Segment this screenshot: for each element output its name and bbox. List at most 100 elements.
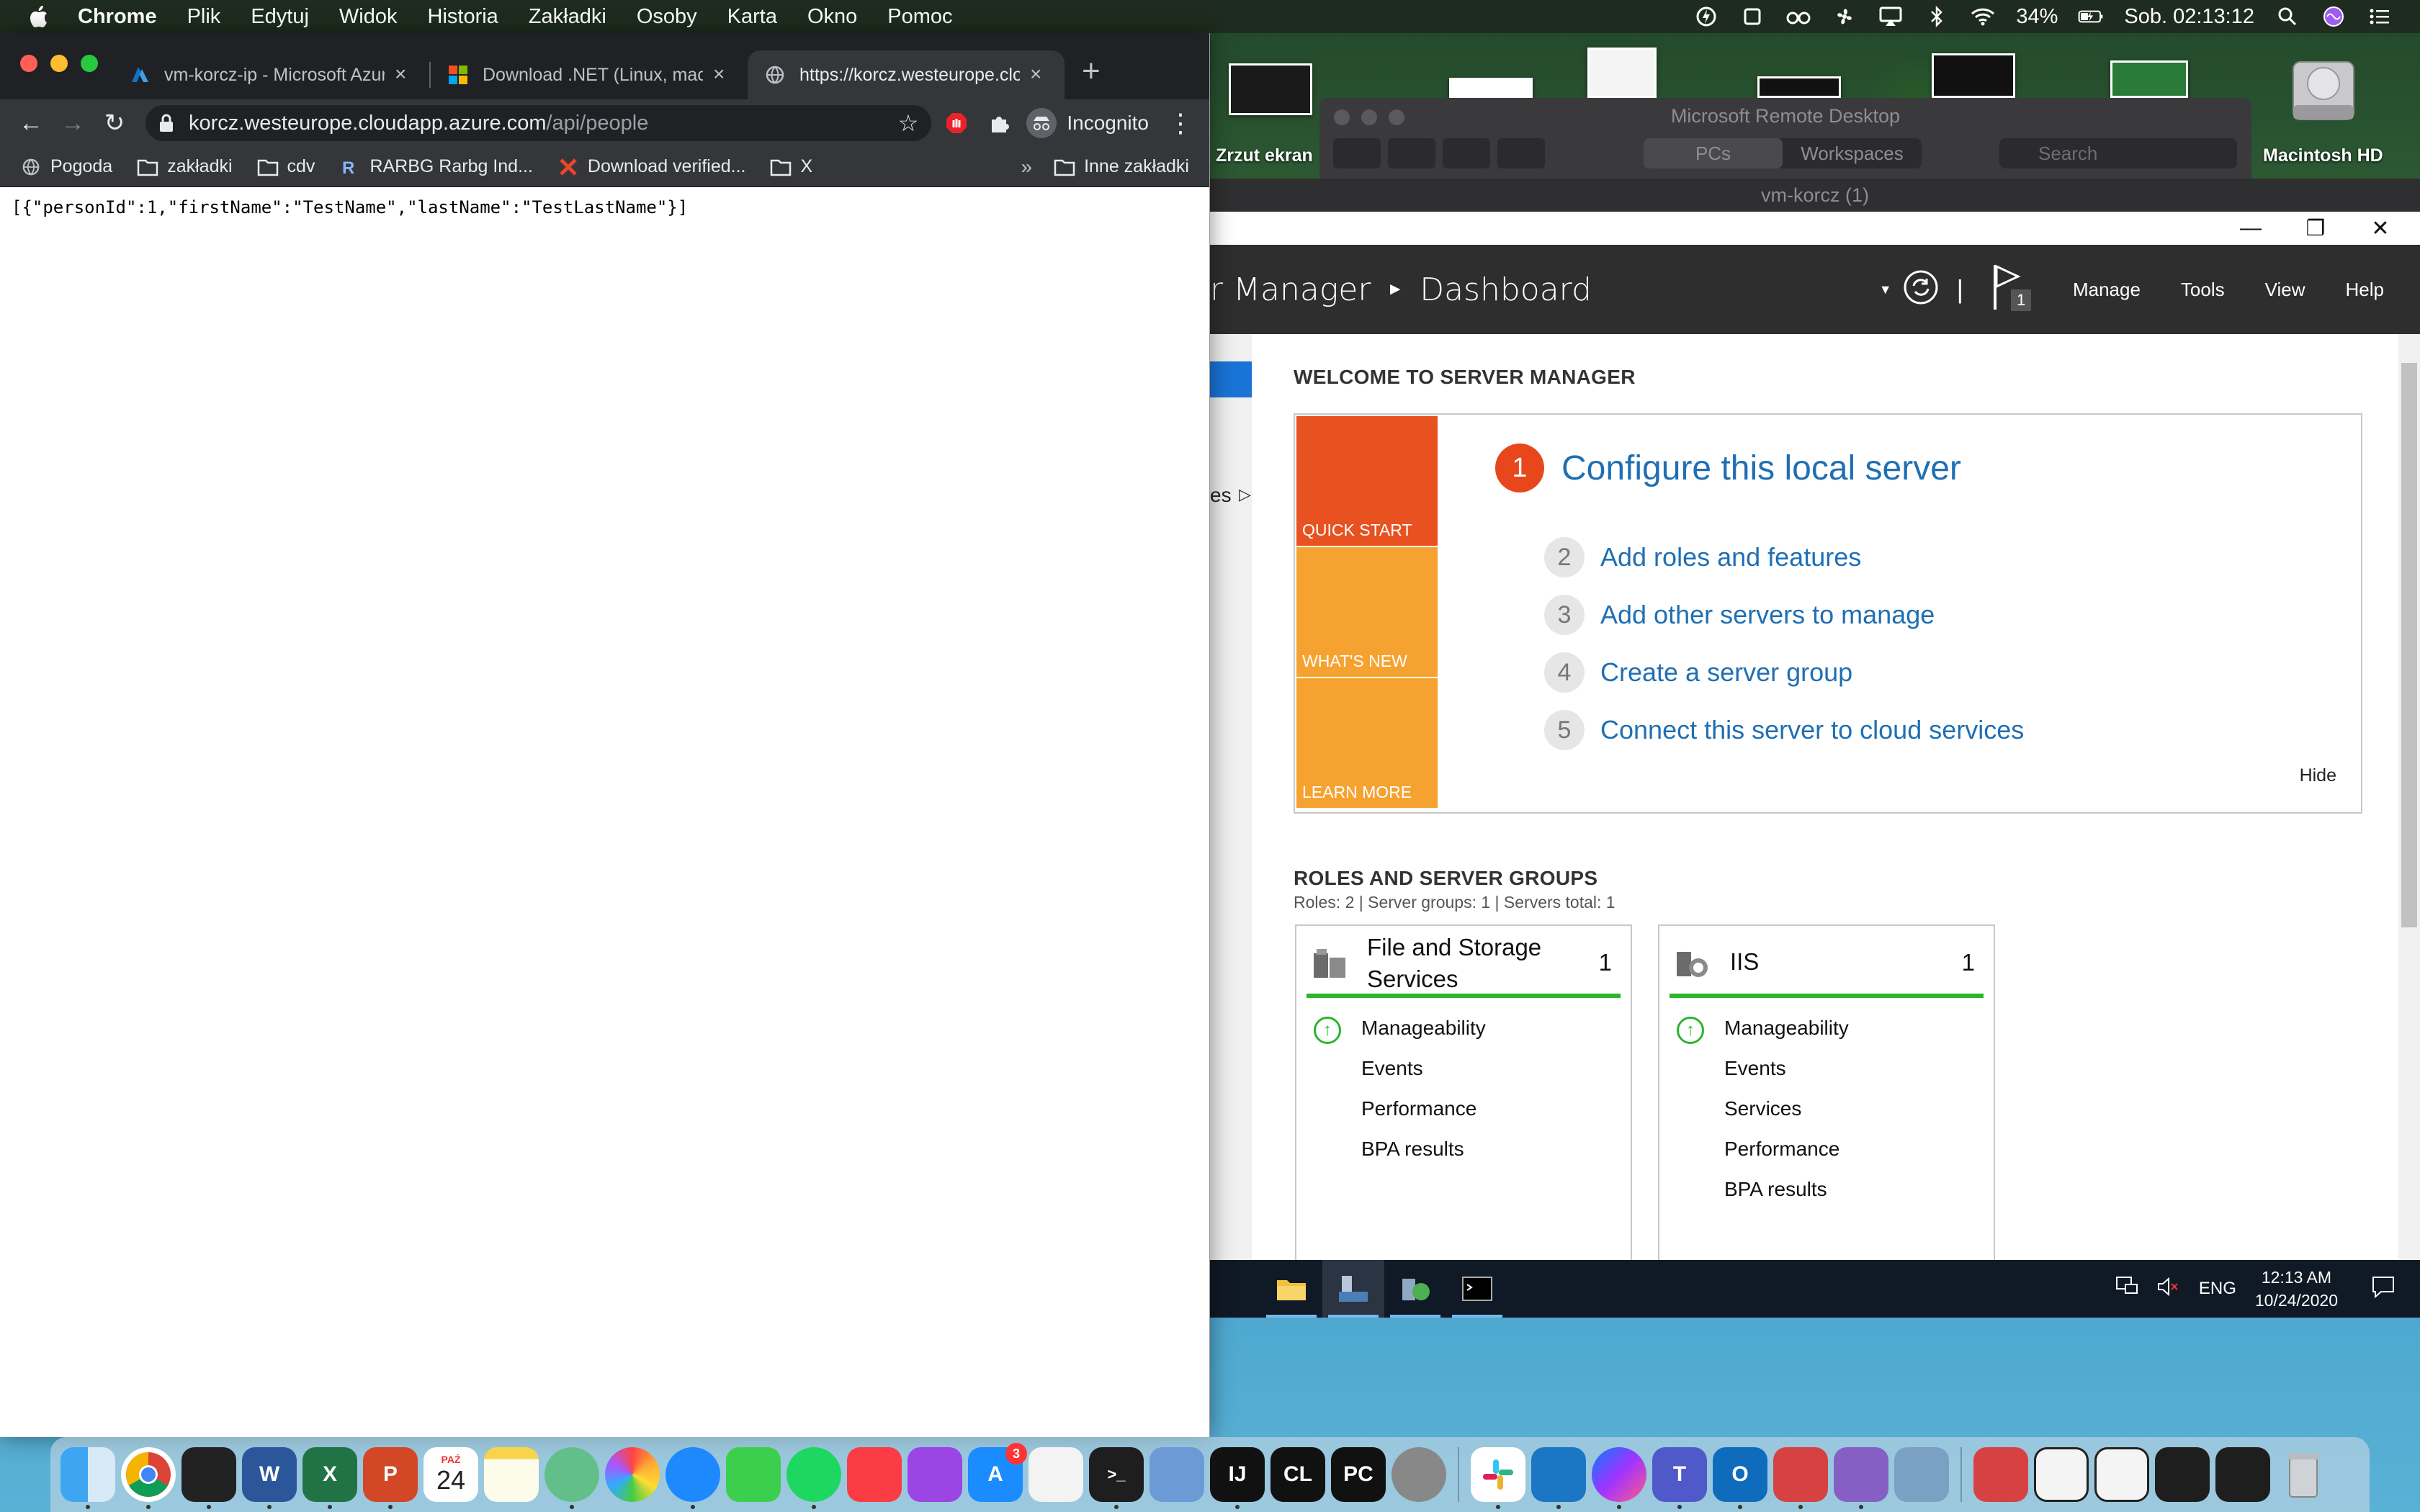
refresh-icon[interactable]: [1902, 269, 1940, 311]
desktop-thumbnail[interactable]: [1932, 53, 2015, 98]
excel-icon[interactable]: X: [302, 1447, 357, 1509]
teams-icon[interactable]: T: [1652, 1447, 1707, 1509]
row-bpa-results[interactable]: BPA results: [1724, 1169, 1994, 1210]
desktop-thumbnail[interactable]: [1449, 78, 1533, 98]
bookmark-pogoda[interactable]: Pogoda: [20, 156, 112, 177]
bookmark-other-folder[interactable]: Inne zakładki: [1054, 156, 1189, 177]
action-center-icon[interactable]: [2371, 1275, 2396, 1303]
command-prompt-taskbar-icon[interactable]: [1446, 1260, 1508, 1318]
finder-icon[interactable]: [60, 1447, 115, 1509]
tab-close-icon[interactable]: ×: [395, 64, 412, 84]
row-bpa-results[interactable]: BPA results: [1361, 1129, 1631, 1169]
macintosh-hd-label[interactable]: Macintosh HD: [2263, 145, 2383, 166]
tab-pcs[interactable]: PCs: [1644, 138, 1783, 168]
grid-view-button[interactable]: [1333, 138, 1381, 168]
powerpoint-icon[interactable]: P: [363, 1447, 418, 1509]
row-services[interactable]: Services: [1724, 1089, 1994, 1129]
terminal-icon[interactable]: >_: [1089, 1447, 1144, 1509]
vscode-icon[interactable]: [1531, 1447, 1586, 1509]
outlook-icon[interactable]: O: [1713, 1447, 1767, 1509]
expand-arrow-icon[interactable]: ▷: [1239, 485, 1251, 504]
step-create-group[interactable]: 4 Create a server group: [1544, 652, 1852, 693]
desktop-screenshot-thumbnail[interactable]: [1229, 63, 1312, 115]
minimize-button[interactable]: —: [2218, 212, 2283, 245]
more-bookmarks-chevron-icon[interactable]: »: [1021, 156, 1032, 179]
extensions-puzzle-icon[interactable]: [982, 105, 1018, 141]
sidebar-item-file-services[interactable]: es: [1210, 484, 1232, 507]
menu-manage[interactable]: Manage: [2073, 279, 2141, 301]
menu-help[interactable]: Help: [2346, 279, 2384, 301]
minimize-button[interactable]: [50, 55, 68, 72]
new-tab-button[interactable]: +: [1082, 53, 1101, 89]
dropdown-arrow-icon[interactable]: ▼: [1879, 282, 1892, 297]
network-icon[interactable]: [2115, 1276, 2138, 1302]
word-icon[interactable]: W: [242, 1447, 297, 1509]
minimized-window-thumbnail[interactable]: [2215, 1447, 2270, 1502]
restore-button[interactable]: ❐: [2283, 212, 2348, 245]
role-card-iis[interactable]: IIS 1 ↑ Manageability Events Services Per…: [1658, 924, 1995, 1263]
scrollbar-thumb[interactable]: [2401, 363, 2417, 927]
notification-center-icon[interactable]: [2367, 5, 2393, 28]
preview-icon[interactable]: [1150, 1447, 1204, 1502]
tile-whats-new[interactable]: WHAT'S NEW: [1296, 547, 1438, 677]
step-link[interactable]: Connect this server to cloud services: [1600, 715, 2024, 745]
chrome-icon[interactable]: [121, 1447, 176, 1509]
server-manager-taskbar-icon[interactable]: [1322, 1260, 1384, 1318]
minimized-window-thumbnail[interactable]: [2094, 1447, 2149, 1502]
bookmark-folder-zakladki[interactable]: zakładki: [137, 156, 233, 177]
siri-icon[interactable]: [2321, 5, 2347, 28]
close-button[interactable]: ✕: [2348, 212, 2413, 245]
role-card-file-storage[interactable]: File and Storage Services 1 ↑ Manageabili…: [1295, 924, 1632, 1263]
hide-link[interactable]: Hide: [2300, 765, 2336, 786]
glasses-icon[interactable]: [1785, 5, 1811, 28]
screenshot-utility-icon[interactable]: [1894, 1447, 1949, 1502]
fan-icon[interactable]: [1832, 5, 1857, 28]
macintosh-hd-icon[interactable]: [2287, 48, 2360, 134]
incognito-indicator[interactable]: Incognito: [1026, 108, 1149, 138]
menu-app-name[interactable]: Chrome: [78, 5, 157, 29]
menu-osoby[interactable]: Osoby: [637, 5, 697, 29]
desktop-thumbnail[interactable]: [1757, 76, 1841, 98]
notes-icon[interactable]: [484, 1447, 539, 1502]
spotlight-search-icon[interactable]: [2275, 5, 2300, 28]
menu-historia[interactable]: Historia: [428, 5, 498, 29]
desktop-thumbnail[interactable]: [2110, 60, 2188, 98]
menu-zakladki[interactable]: Zakładki: [529, 5, 606, 29]
sidebar-item-dashboard[interactable]: [1210, 361, 1252, 397]
menu-view[interactable]: View: [2265, 279, 2305, 301]
messages-icon[interactable]: [666, 1447, 720, 1509]
atom-icon[interactable]: [544, 1447, 599, 1509]
facetime-icon[interactable]: [726, 1447, 781, 1502]
bookmark-rarbg[interactable]: R RARBG Rarbg Ind...: [339, 156, 532, 177]
menu-pomoc[interactable]: Pomoc: [887, 5, 952, 29]
row-manageability[interactable]: ↑ Manageability: [1314, 1008, 1631, 1048]
bookmark-folder-cdv[interactable]: cdv: [257, 156, 315, 177]
desktop-thumbnail[interactable]: [1587, 48, 1657, 98]
minimized-remote-desktop-icon[interactable]: [1973, 1447, 2028, 1502]
tile-learn-more[interactable]: LEARN MORE: [1296, 678, 1438, 808]
step-link[interactable]: Add other servers to manage: [1600, 600, 1935, 630]
visual-studio-icon[interactable]: [1834, 1447, 1888, 1509]
apple-icon[interactable]: [27, 4, 52, 30]
bookmark-folder-x[interactable]: X: [770, 156, 812, 177]
clion-icon[interactable]: CL: [1270, 1447, 1325, 1502]
zoom-button[interactable]: [81, 55, 98, 72]
tab-api-people[interactable]: https://korcz.westeurope.cloudapp ×: [748, 50, 1065, 99]
calendar-icon[interactable]: PAŹ 24: [424, 1447, 478, 1502]
row-events[interactable]: Events: [1361, 1048, 1631, 1089]
iis-manager-taskbar-icon[interactable]: [1384, 1260, 1446, 1318]
pycharm-icon[interactable]: PC: [1331, 1447, 1386, 1502]
back-icon[interactable]: ←: [10, 102, 52, 144]
step-link[interactable]: Create a server group: [1600, 657, 1852, 688]
app-store-icon[interactable]: A3: [968, 1443, 1027, 1502]
minimized-window-thumbnail[interactable]: [2034, 1447, 2089, 1502]
menu-kebab-icon[interactable]: ⋮: [1168, 108, 1193, 138]
remote-desktop-icon[interactable]: [1773, 1447, 1828, 1509]
tile-quick-start[interactable]: QUICK START: [1296, 416, 1438, 546]
forward-icon[interactable]: →: [52, 102, 94, 144]
file-explorer-icon[interactable]: [1260, 1260, 1322, 1318]
language-indicator[interactable]: ENG: [2199, 1279, 2236, 1299]
add-button[interactable]: [1497, 138, 1545, 168]
menu-okno[interactable]: Okno: [807, 5, 857, 29]
minimized-window-thumbnail[interactable]: [2155, 1447, 2210, 1502]
